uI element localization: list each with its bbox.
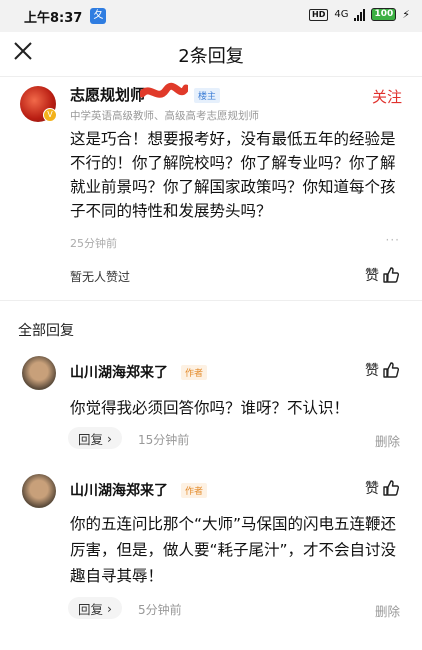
status-indicators: HD 4G 100 ⚡	[309, 8, 410, 21]
follow-button[interactable]: 关注	[372, 86, 402, 107]
reply-username[interactable]: 山川湖海郑来了	[70, 480, 168, 500]
redaction-scribble	[140, 82, 188, 98]
op-user-title: 中学英语高级教师、高级高考志愿规划师	[70, 110, 259, 122]
status-time: 上午8:37	[24, 10, 83, 26]
reply-label: 回复	[78, 431, 104, 447]
thumbs-up-icon	[383, 267, 400, 283]
reply-username[interactable]: 山川湖海郑来了	[70, 362, 168, 382]
op-username[interactable]: 志愿规划师	[70, 84, 145, 105]
network-label: 4G	[334, 9, 349, 20]
more-options-icon[interactable]: ···	[386, 233, 400, 247]
chevron-right-icon: ›	[107, 430, 113, 446]
reply-like-button[interactable]: 赞	[365, 478, 400, 498]
delete-button[interactable]: 删除	[375, 601, 400, 620]
op-timestamp: 25分钟前	[70, 237, 117, 250]
reply-button[interactable]: 回复 ›	[68, 597, 123, 619]
all-replies-heading: 全部回复	[18, 323, 74, 339]
status-bar: 上午8:37 夂 HD 4G 100 ⚡	[0, 0, 422, 32]
reply-like-button[interactable]: 赞	[365, 360, 400, 380]
like-label: 赞	[365, 268, 379, 284]
author-badge: 作者	[181, 365, 208, 380]
no-likes-text: 暂无人赞过	[70, 270, 131, 284]
reply-text: 你的五连问比那个“大师”马保国的闪电五连鞭还厉害，但是，做人要“耗子尾汁”，才不…	[70, 515, 397, 585]
chevron-right-icon: ›	[107, 600, 113, 616]
reply-avatar[interactable]	[22, 474, 56, 508]
app-notification-icon: 夂	[90, 8, 107, 24]
delete-button[interactable]: 删除	[375, 431, 400, 450]
reply-text: 你觉得我必须回答你吗？谁呀？不认识！	[70, 399, 350, 417]
page-title: 2条回复	[178, 46, 244, 67]
reply-label: 回复	[78, 601, 104, 617]
like-label: 赞	[365, 363, 379, 379]
reply-timestamp: 5分钟前	[138, 603, 182, 617]
signal-icon	[354, 8, 366, 21]
verified-icon: V	[43, 108, 57, 122]
battery-icon: 100	[371, 8, 397, 21]
thumbs-up-icon	[383, 362, 400, 378]
author-badge: 作者	[181, 483, 208, 498]
reply-timestamp: 15分钟前	[138, 433, 190, 447]
owner-badge: 楼主	[194, 88, 221, 103]
hd-icon: HD	[309, 8, 329, 21]
reply-button[interactable]: 回复 ›	[68, 427, 123, 449]
reply-avatar[interactable]	[22, 356, 56, 390]
charging-icon: ⚡	[402, 8, 410, 21]
op-like-button[interactable]: 赞	[365, 265, 400, 285]
like-label: 赞	[365, 481, 379, 497]
page-header: 2条回复	[0, 32, 422, 77]
section-divider	[0, 300, 422, 301]
op-comment-text: 这是巧合！想要报考好，没有最低五年的经验是不行的！你了解院校吗？你了解专业吗？你…	[70, 130, 396, 220]
thumbs-up-icon	[383, 480, 400, 496]
